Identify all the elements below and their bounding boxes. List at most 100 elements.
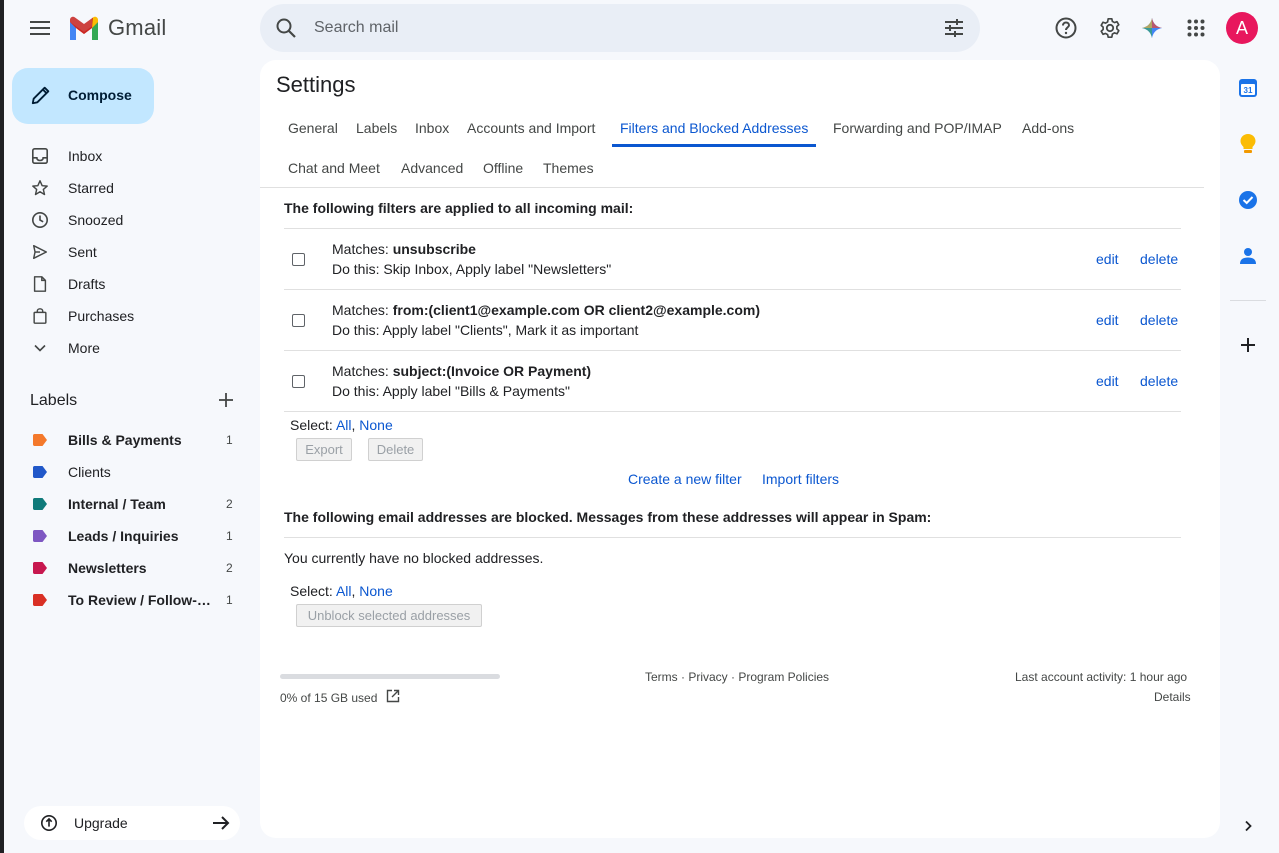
tab-themes[interactable]: Themes (535, 148, 602, 188)
select-prefix: Select: (290, 417, 333, 433)
filter-matches: Matches: unsubscribe (332, 241, 476, 257)
label-unread-count: 1 (226, 529, 233, 543)
get-add-ons-button[interactable] (1236, 333, 1260, 357)
filter-checkbox[interactable] (292, 375, 305, 388)
keep-app-button[interactable] (1236, 132, 1260, 156)
edit-filter-link[interactable]: edit (1096, 251, 1119, 267)
sidebar-item-sent[interactable]: Sent (4, 236, 254, 268)
hamburger-menu-icon (30, 21, 50, 35)
sidebar-item-starred[interactable]: Starred (4, 172, 254, 204)
search-icon[interactable] (274, 16, 298, 40)
draft-icon (30, 274, 50, 294)
sidebar-item-inbox[interactable]: Inbox (4, 140, 254, 172)
delete-filter-link[interactable]: delete (1140, 251, 1178, 267)
label-item[interactable]: Leads / Inquiries 1 (4, 520, 254, 552)
top-bar: Gmail A (4, 0, 1279, 56)
details-link[interactable]: Details (1154, 690, 1191, 704)
support-button[interactable] (1050, 12, 1082, 44)
open-in-new-icon[interactable] (386, 689, 400, 703)
label-list: Bills & Payments 1 Clients Internal / Team 2… (4, 424, 254, 616)
app-name: Gmail (108, 15, 167, 40)
label-unread-count: 2 (226, 497, 233, 511)
sidebar-item-more[interactable]: More (4, 332, 254, 364)
select-none-blocked-link[interactable]: None (359, 583, 392, 599)
edit-filter-link[interactable]: edit (1096, 373, 1119, 389)
calendar-icon: 31 (1239, 79, 1257, 97)
tasks-app-button[interactable] (1236, 188, 1260, 212)
sidebar-item-snoozed[interactable]: Snoozed (4, 204, 254, 236)
select-none-filters-link[interactable]: None (359, 417, 392, 433)
tab-offline[interactable]: Offline (475, 148, 531, 188)
upgrade-icon (40, 814, 58, 832)
label-name: To Review / Follow-up (68, 592, 213, 608)
tab-labels[interactable]: Labels (348, 108, 405, 148)
label-name: Internal / Team (68, 496, 166, 512)
main-menu-button[interactable] (26, 14, 54, 42)
label-item[interactable]: Clients (4, 456, 254, 488)
label-item[interactable]: To Review / Follow-up 1 (4, 584, 254, 616)
label-tag-icon (33, 562, 47, 574)
search-input[interactable] (314, 14, 914, 42)
gmail-logo[interactable]: Gmail (68, 14, 166, 42)
select-all-blocked-link[interactable]: All (336, 583, 352, 599)
settings-button[interactable] (1094, 12, 1126, 44)
blocked-select-line: Select: All, None (290, 583, 393, 599)
gemini-button[interactable] (1136, 12, 1168, 44)
label-name: Bills & Payments (68, 432, 182, 448)
filter-row: Matches: subject:(Invoice OR Payment) Do… (284, 351, 1181, 412)
upgrade-button[interactable]: Upgrade (24, 806, 240, 840)
delete-filter-link[interactable]: delete (1140, 312, 1178, 328)
filter-action: Do this: Skip Inbox, Apply label "Newsle… (332, 261, 611, 277)
select-all-filters-link[interactable]: All (336, 417, 352, 433)
label-tag-icon (33, 530, 47, 542)
google-apps-button[interactable] (1180, 12, 1212, 44)
tab-chat-and-meet[interactable]: Chat and Meet (280, 148, 388, 188)
label-item[interactable]: Bills & Payments 1 (4, 424, 254, 456)
search-options-icon[interactable] (942, 16, 966, 40)
compose-button[interactable]: Compose (12, 68, 154, 124)
label-item[interactable]: Newsletters 2 (4, 552, 254, 584)
tab-filters-and-blocked-addresses[interactable]: Filters and Blocked Addresses (612, 108, 817, 147)
sidebar-item-label: Sent (68, 244, 97, 260)
action-prefix: Do this: (332, 322, 380, 338)
matches-prefix: Matches: (332, 363, 389, 379)
footer-links[interactable]: Terms · Privacy · Program Policies (645, 670, 829, 684)
filter-criteria: subject:(Invoice OR Payment) (392, 363, 592, 379)
tab-add-ons[interactable]: Add-ons (1014, 108, 1082, 148)
tab-accounts-and-import[interactable]: Accounts and Import (459, 108, 603, 148)
sidebar-item-label: Starred (68, 180, 114, 196)
calendar-app-button[interactable]: 31 (1236, 76, 1260, 100)
no-blocked-text: You currently have no blocked addresses. (284, 550, 544, 566)
add-label-icon[interactable] (216, 390, 236, 410)
label-item[interactable]: Internal / Team 2 (4, 488, 254, 520)
inbox-icon (30, 146, 50, 166)
delete-filters-button[interactable]: Delete (368, 438, 423, 461)
filter-checkbox[interactable] (292, 314, 305, 327)
sidebar-item-label: Purchases (68, 308, 135, 324)
sidebar-nav: Inbox Starred Snoozed Sent Drafts Purcha… (4, 140, 254, 364)
account-avatar[interactable]: A (1226, 12, 1258, 44)
sidebar-item-drafts[interactable]: Drafts (4, 268, 254, 300)
export-button[interactable]: Export (296, 438, 352, 461)
tab-advanced[interactable]: Advanced (393, 148, 471, 188)
tab-general[interactable]: General (280, 108, 346, 148)
filter-criteria: from:(client1@example.com OR client2@exa… (392, 302, 761, 318)
delete-filter-link[interactable]: delete (1140, 373, 1178, 389)
tab-forwarding-and-pop-imap[interactable]: Forwarding and POP/IMAP (825, 108, 1010, 148)
unblock-selected-button[interactable]: Unblock selected addresses (296, 604, 482, 627)
contacts-app-button[interactable] (1236, 244, 1260, 268)
tab-inbox[interactable]: Inbox (407, 108, 457, 148)
edit-filter-link[interactable]: edit (1096, 312, 1119, 328)
upgrade-label: Upgrade (74, 815, 128, 831)
sidebar-item-purchases[interactable]: Purchases (4, 300, 254, 332)
label-name: Clients (68, 464, 111, 480)
last-activity: Last account activity: 1 hour ago (1015, 670, 1188, 684)
filter-checkbox[interactable] (292, 253, 305, 266)
show-side-panel-button[interactable] (1236, 814, 1260, 838)
import-filters-link[interactable]: Import filters (762, 471, 839, 487)
gemini-sparkle-icon (1141, 17, 1163, 39)
send-icon (30, 242, 50, 262)
tabs-divider (260, 187, 1204, 188)
create-filter-link[interactable]: Create a new filter (628, 471, 742, 487)
contacts-person-icon (1240, 248, 1256, 264)
